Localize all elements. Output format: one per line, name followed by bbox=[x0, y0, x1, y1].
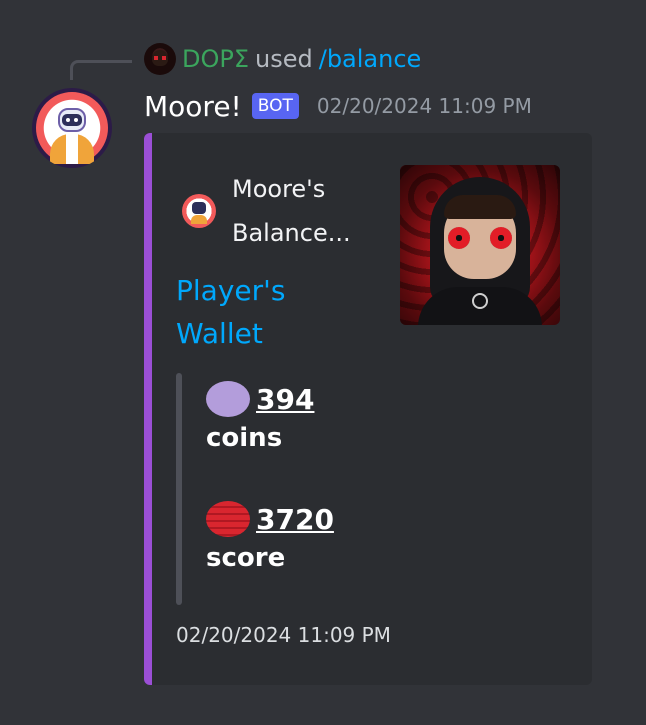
message-username[interactable]: Moore! bbox=[144, 90, 242, 123]
reply-preview[interactable]: DOPΣ used /balance bbox=[144, 42, 421, 76]
reply-used-text: used bbox=[255, 45, 313, 73]
score-value: 3720 bbox=[256, 502, 334, 536]
score-label: score bbox=[206, 543, 286, 573]
bot-avatar[interactable] bbox=[32, 88, 112, 168]
red-striped-circle-icon bbox=[206, 501, 250, 537]
coins-label: coins bbox=[206, 423, 283, 453]
message-timestamp[interactable]: 02/20/2024 11:09 PM bbox=[317, 94, 532, 118]
embed-accent-bar bbox=[144, 133, 152, 685]
balance-embed: Moore's Balance... Player's Wallet 394 c… bbox=[144, 133, 592, 685]
peace-pendant-icon bbox=[472, 293, 488, 309]
embed-author: Moore's Balance... bbox=[182, 167, 372, 255]
reply-user-avatar[interactable] bbox=[144, 43, 176, 75]
embed-footer-timestamp: 02/20/2024 11:09 PM bbox=[176, 623, 391, 647]
field-coins: 394 coins bbox=[206, 381, 314, 453]
left-eye-icon bbox=[448, 227, 470, 249]
purple-circle-icon bbox=[206, 381, 250, 417]
field-score: 3720 score bbox=[206, 501, 334, 573]
coins-value: 394 bbox=[256, 382, 315, 416]
robot-face-icon bbox=[62, 114, 82, 126]
reply-command-link[interactable]: /balance bbox=[319, 45, 422, 73]
fields-quote-bar bbox=[176, 373, 182, 605]
robot-shirt-icon bbox=[66, 134, 78, 164]
right-eye-icon bbox=[490, 227, 512, 249]
reply-username[interactable]: DOPΣ bbox=[182, 45, 249, 73]
message-header: Moore! BOT 02/20/2024 11:09 PM bbox=[144, 86, 532, 126]
embed-title[interactable]: Player's Wallet bbox=[176, 269, 326, 355]
figure-hair bbox=[444, 195, 516, 219]
author-bot-icon bbox=[182, 194, 216, 228]
reply-connector bbox=[70, 60, 132, 80]
bot-badge: BOT bbox=[251, 93, 299, 119]
embed-author-name: Moore's Balance... bbox=[232, 175, 351, 247]
embed-thumbnail[interactable] bbox=[400, 165, 560, 325]
